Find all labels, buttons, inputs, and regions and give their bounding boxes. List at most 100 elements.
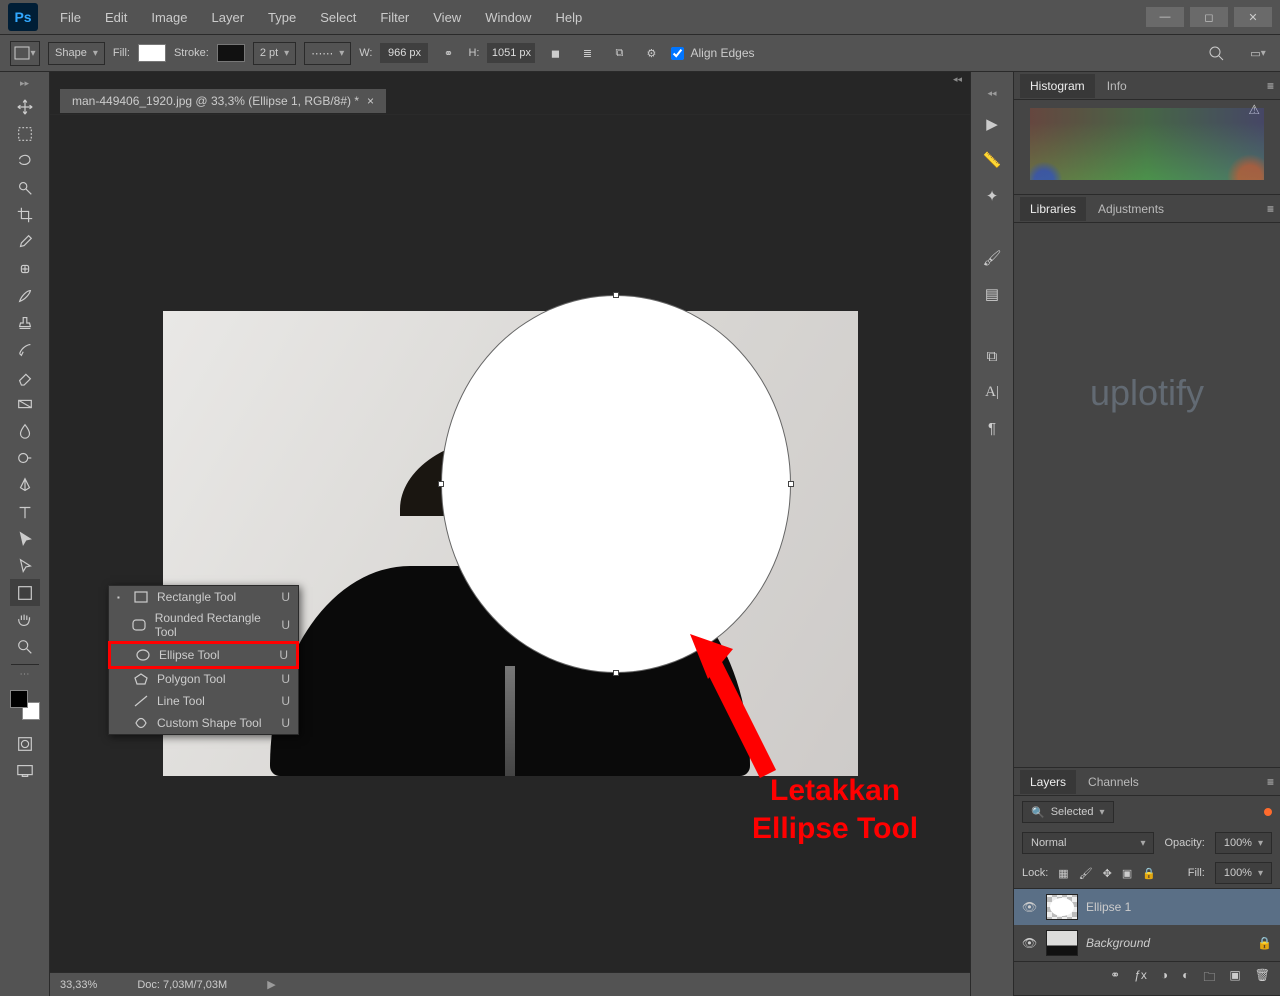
blend-mode-select[interactable]: Normal▾ [1022,832,1154,854]
width-field[interactable]: 966 px [380,43,428,63]
lock-brush-icon[interactable]: 🖌 [1079,867,1093,880]
character-icon-a[interactable]: A| [981,381,1003,403]
gear-icon[interactable]: ⚙ [639,42,663,64]
type-tool[interactable] [10,498,40,525]
eraser-tool[interactable] [10,363,40,390]
layer-row-ellipse[interactable]: 👁 Ellipse 1 [1014,889,1280,925]
flyout-ellipse-tool[interactable]: Ellipse Tool U [108,641,299,669]
layer-fx-icon[interactable]: ƒx [1134,968,1147,989]
layer-thumb[interactable] [1046,930,1078,956]
new-layer-icon[interactable]: ▣ [1229,968,1240,989]
adjustment-layer-icon[interactable]: ◐ [1182,968,1189,989]
blur-tool[interactable] [10,417,40,444]
lock-transparent-icon[interactable]: ▦ [1058,867,1068,880]
pen-tool[interactable] [10,471,40,498]
brush-tool[interactable] [10,282,40,309]
search-icon[interactable] [1204,42,1228,64]
layer-filter-select[interactable]: 🔍Selected▾ [1022,801,1114,823]
status-zoom[interactable]: 33,33% [60,979,97,991]
opacity-field[interactable]: 100%▾ [1215,832,1272,854]
visibility-icon[interactable]: 👁 [1022,936,1038,950]
close-button[interactable]: ✕ [1234,7,1272,27]
layer-name[interactable]: Ellipse 1 [1086,900,1131,914]
panel-menu-icon[interactable]: ≡ [1267,775,1274,789]
tab-layers[interactable]: Layers [1020,770,1076,794]
layer-name[interactable]: Background [1086,936,1150,950]
panel-menu-icon[interactable]: ≡ [1267,202,1274,216]
layer-mask-icon[interactable]: ◑ [1161,968,1168,989]
menu-select[interactable]: Select [308,4,368,31]
menu-filter[interactable]: Filter [368,4,421,31]
ellipse-shape-layer[interactable] [441,295,791,673]
brushes-icon[interactable]: 🖌 [981,247,1003,269]
arrange-icon[interactable]: ⧉ [607,42,631,64]
align-edges-checkbox[interactable]: Align Edges [671,46,754,60]
maximize-button[interactable]: ◻ [1190,7,1228,27]
menu-window[interactable]: Window [473,4,543,31]
quickmask-tool[interactable] [10,730,40,757]
link-layers-icon[interactable]: ⚭ [1110,968,1120,989]
marquee-tool[interactable] [10,120,40,147]
navigator-icon[interactable]: ✦ [981,185,1003,207]
lock-artboard-icon[interactable]: ▣ [1122,867,1132,880]
foreground-background-swatch[interactable] [10,690,40,720]
menu-type[interactable]: Type [256,4,308,31]
tab-channels[interactable]: Channels [1078,770,1149,794]
eyedropper-tool[interactable] [10,228,40,255]
shape-mode-select[interactable]: Shape▾ [48,42,105,65]
move-tool[interactable] [10,93,40,120]
handle-left[interactable] [438,481,444,487]
tab-histogram[interactable]: Histogram [1020,74,1095,98]
dodge-tool[interactable] [10,444,40,471]
link-wh-icon[interactable]: ⚭ [436,42,460,64]
align-edges-input[interactable] [671,47,684,60]
menu-edit[interactable]: Edit [93,4,139,31]
foreground-swatch[interactable] [10,690,28,708]
direct-select-tool[interactable] [10,552,40,579]
flyout-rounded-rectangle-tool[interactable]: Rounded Rectangle Tool U [109,608,298,642]
tab-adjustments[interactable]: Adjustments [1088,197,1174,221]
quick-select-tool[interactable] [10,174,40,201]
height-field[interactable]: 1051 px [487,43,535,63]
group-icon[interactable]: 🗀 [1203,968,1215,989]
menu-view[interactable]: View [421,4,473,31]
stroke-swatch[interactable] [217,44,245,62]
handle-right[interactable] [788,481,794,487]
tab-info[interactable]: Info [1097,74,1137,98]
gradient-tool[interactable] [10,390,40,417]
lasso-tool[interactable] [10,147,40,174]
menu-help[interactable]: Help [543,4,594,31]
visibility-icon[interactable]: 👁 [1022,900,1038,914]
lock-position-icon[interactable]: ✥ [1103,867,1112,880]
flyout-rectangle-tool[interactable]: ▪ Rectangle Tool U [109,586,298,608]
delete-icon[interactable]: 🗑 [1255,968,1270,989]
tool-preset-picker[interactable]: ▾ [10,41,40,66]
hand-tool[interactable] [10,606,40,633]
zoom-tool[interactable] [10,633,40,660]
paragraph-icon[interactable]: ¶ [981,417,1003,439]
menu-image[interactable]: Image [139,4,199,31]
fill-swatch[interactable] [138,44,166,62]
screenmode-tool[interactable] [10,757,40,784]
swatches-icon[interactable]: ▤ [981,283,1003,305]
play-icon[interactable]: ▶ [981,113,1003,135]
clone-source-icon[interactable]: ⧉ [981,345,1003,367]
warning-icon[interactable]: ⚠ [1248,102,1260,118]
handle-top[interactable] [613,292,619,298]
flyout-line-tool[interactable]: Line Tool U [109,690,298,712]
workspace-icon[interactable]: ▭▾ [1246,42,1270,64]
align-icon[interactable]: ≣ [575,42,599,64]
layer-row-background[interactable]: 👁 Background 🔒 [1014,925,1280,961]
document-tab[interactable]: man-449406_1920.jpg @ 33,3% (Ellipse 1, … [60,89,386,113]
stroke-width-select[interactable]: 2 pt▾ [253,42,296,65]
menu-layer[interactable]: Layer [200,4,257,31]
healing-tool[interactable] [10,255,40,282]
minimize-button[interactable]: — [1146,7,1184,27]
fill-field[interactable]: 100%▾ [1215,862,1272,884]
crop-tool[interactable] [10,201,40,228]
tab-libraries[interactable]: Libraries [1020,197,1086,221]
panel-menu-icon[interactable]: ≡ [1267,79,1274,93]
lock-all-icon[interactable]: 🔒 [1142,867,1156,880]
menu-file[interactable]: File [48,4,93,31]
pathops-new-icon[interactable]: ◼ [543,42,567,64]
